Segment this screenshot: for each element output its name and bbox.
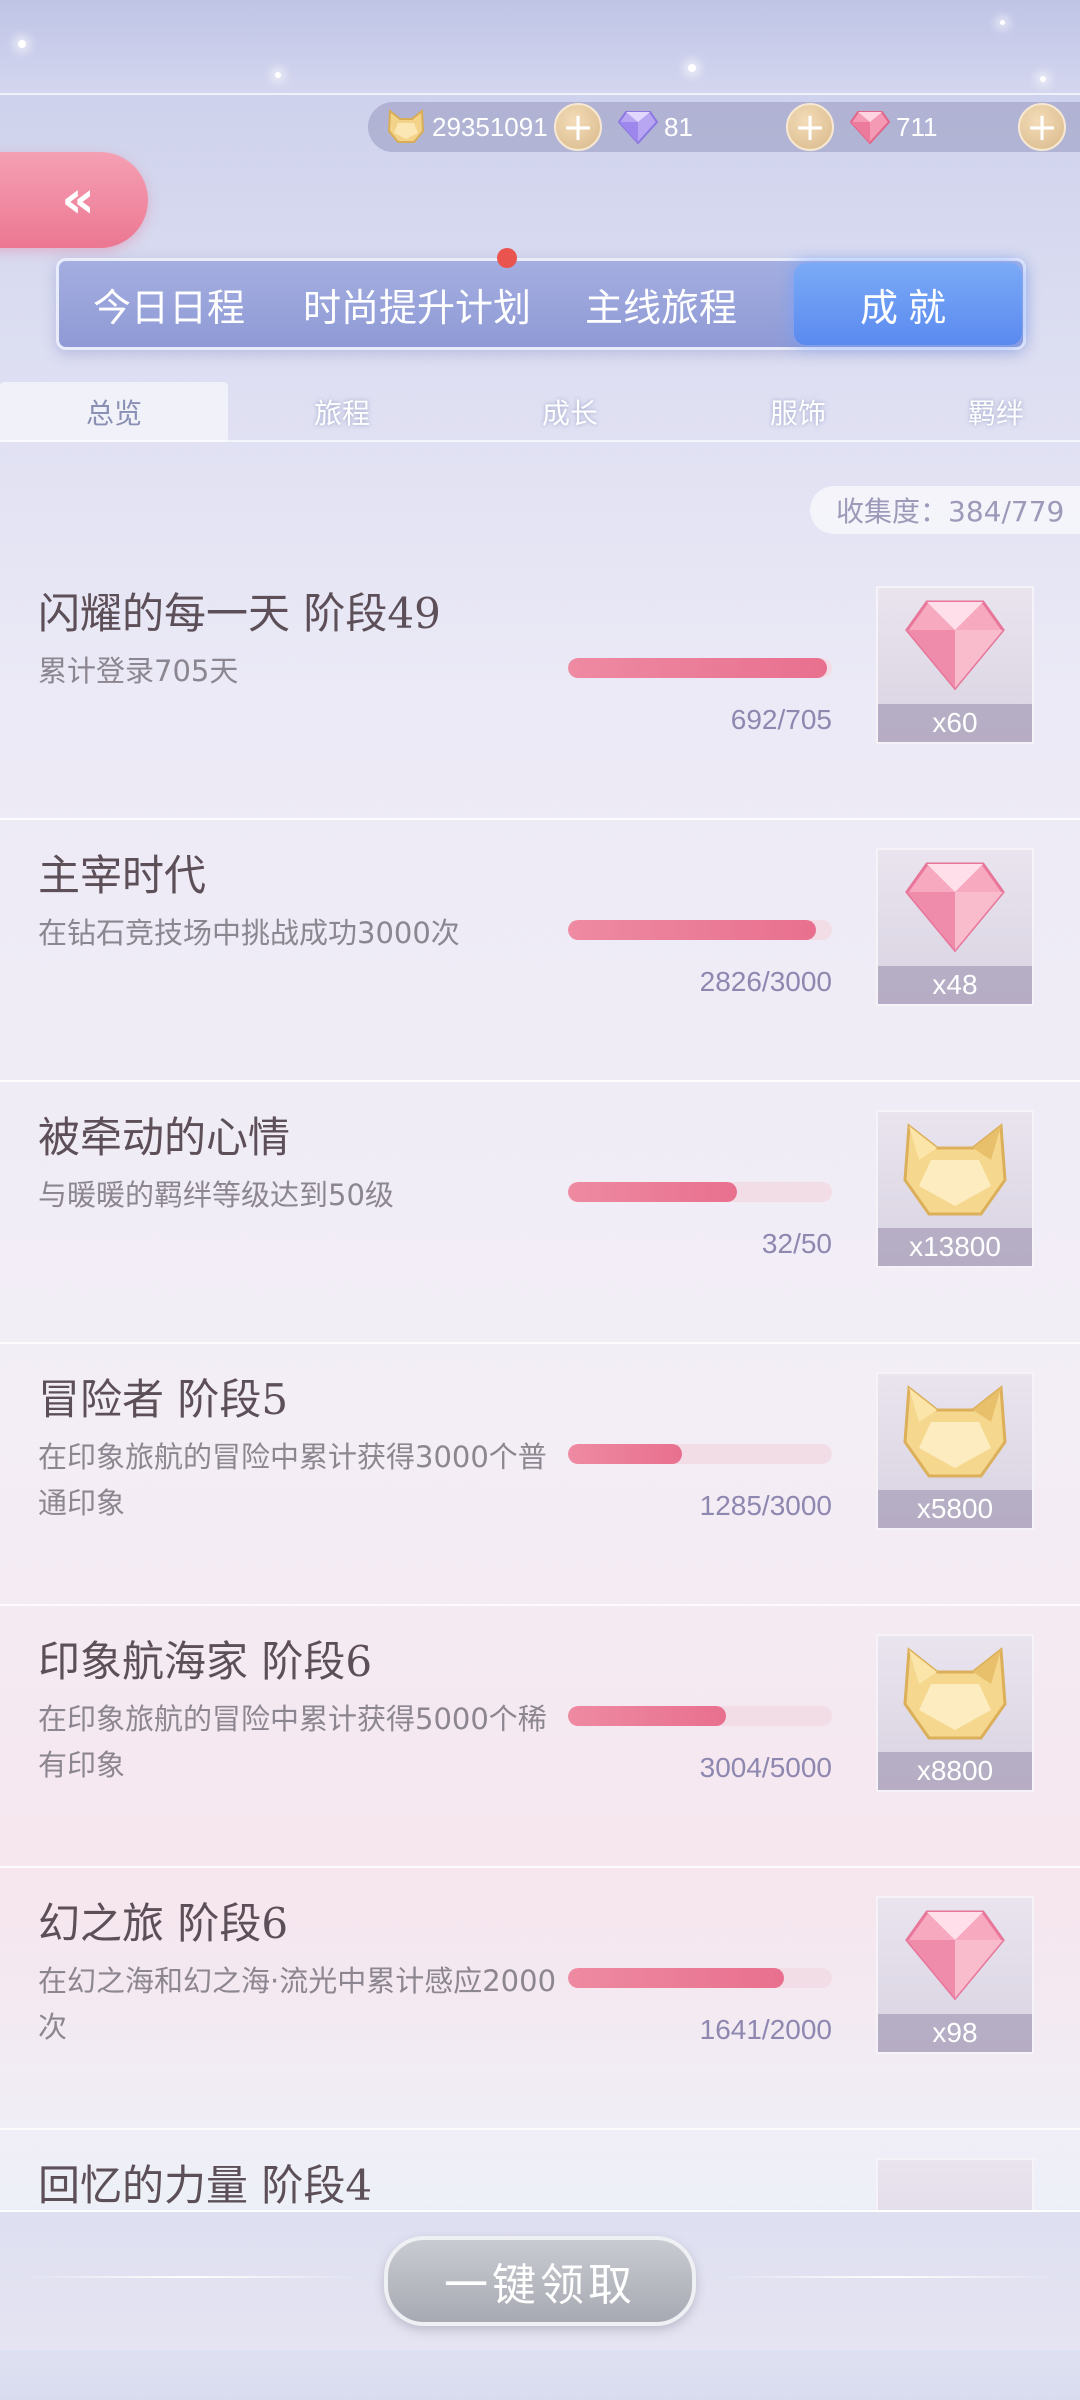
currency-bar: 29351091 + 81 + 711 + bbox=[368, 102, 1080, 152]
subtab-journey[interactable]: 旅程 bbox=[228, 382, 456, 442]
subtab-bonds[interactable]: 羁绊 bbox=[912, 382, 1080, 442]
progress-text: 32/50 bbox=[761, 1228, 832, 1259]
claim-all-button[interactable]: 一键领取 bbox=[384, 2236, 696, 2326]
achievement-title: 主宰时代 bbox=[38, 851, 207, 900]
reward-item[interactable]: x60 bbox=[876, 586, 1034, 744]
achievement-title: 回忆的力量 阶段4 bbox=[38, 2161, 373, 2210]
achievement-title: 印象航海家 阶段6 bbox=[38, 1637, 373, 1686]
achievement-description: 在印象旅航的冒险中累计获得3000个普通印象 bbox=[38, 1440, 547, 1520]
achievement-row: 主宰时代 在钻石竞技场中挑战成功3000次 2826/3000 x48 bbox=[0, 820, 1080, 1082]
add-gold-button[interactable]: + bbox=[554, 103, 602, 151]
sparkle-decoration bbox=[18, 40, 26, 48]
progress-bar bbox=[568, 1706, 832, 1726]
progress-bar bbox=[568, 920, 832, 940]
achievement-title: 冒险者 阶段5 bbox=[38, 1375, 289, 1424]
achievement-row: 幻之旅 阶段6 在幻之海和幻之海·流光中累计感应2000次 1641/2000 … bbox=[0, 1868, 1080, 2130]
sparkle-decoration bbox=[1040, 76, 1046, 82]
achievement-description: 与暖暖的羁绊等级达到50级 bbox=[38, 1178, 394, 1212]
gold-amount: 29351091 bbox=[432, 111, 548, 142]
achievement-row: 回忆的力量 阶段4 bbox=[0, 2130, 1080, 2210]
add-pink-diamond-button[interactable]: + bbox=[1018, 103, 1066, 151]
diamond-amount: 81 bbox=[664, 111, 693, 142]
tab-achievements[interactable]: 成就 bbox=[794, 263, 1022, 345]
progress-text: 692/705 bbox=[730, 704, 832, 735]
add-diamond-button[interactable]: + bbox=[786, 103, 834, 151]
achievement-row: 印象航海家 阶段6 在印象旅航的冒险中累计获得5000个稀有印象 3004/50… bbox=[0, 1606, 1080, 1868]
achievement-row: 冒险者 阶段5 在印象旅航的冒险中累计获得3000个普通印象 1285/3000… bbox=[0, 1344, 1080, 1606]
subtab-growth[interactable]: 成长 bbox=[456, 382, 684, 442]
notification-dot bbox=[497, 248, 517, 268]
progress-bar bbox=[568, 658, 832, 678]
pink-diamond-icon bbox=[878, 596, 1032, 706]
reward-count: x48 bbox=[878, 966, 1032, 1004]
tab-main-journey[interactable]: 主线旅程 bbox=[585, 261, 737, 347]
progress-bar-fill bbox=[568, 1968, 785, 1988]
progress-text: 2826/3000 bbox=[699, 966, 832, 997]
tab-daily-schedule[interactable]: 今日日程 bbox=[93, 261, 245, 347]
sparkle-decoration bbox=[1000, 20, 1005, 25]
reward-item[interactable]: x98 bbox=[876, 1896, 1034, 2054]
reward-item[interactable]: x8800 bbox=[876, 1634, 1034, 1792]
gold-cat-icon bbox=[387, 109, 425, 143]
top-band bbox=[0, 0, 1080, 95]
achievement-description: 在钻石竞技场中挑战成功3000次 bbox=[38, 916, 460, 950]
pink-diamond-icon bbox=[878, 1906, 1032, 2016]
achievement-title: 幻之旅 阶段6 bbox=[38, 1899, 289, 1948]
diamond-currency: 81 bbox=[618, 102, 693, 152]
reward-item[interactable] bbox=[876, 2158, 1034, 2210]
reward-count: x5800 bbox=[878, 1490, 1032, 1528]
decorative-line bbox=[20, 2276, 360, 2278]
progress-bar-fill bbox=[568, 1182, 737, 1202]
back-arrow-icon: « bbox=[61, 170, 94, 230]
progress-bar-fill bbox=[568, 1444, 682, 1464]
progress-bar bbox=[568, 1968, 832, 1988]
pink-diamond-amount: 711 bbox=[896, 111, 938, 142]
decorative-line bbox=[720, 2276, 1060, 2278]
reward-count: x98 bbox=[878, 2014, 1032, 2052]
back-button[interactable]: « bbox=[0, 152, 148, 248]
pink-diamond-icon bbox=[850, 111, 890, 144]
achievement-description: 在幻之海和幻之海·流光中累计感应2000次 bbox=[38, 1964, 557, 2044]
sparkle-decoration bbox=[275, 72, 281, 78]
reward-item[interactable]: x48 bbox=[876, 848, 1034, 1006]
achievement-row: 闪耀的每一天 阶段49 累计登录705天 692/705 x60 bbox=[0, 558, 1080, 820]
progress-bar bbox=[568, 1444, 832, 1464]
collection-progress: 收集度：384/779 bbox=[810, 486, 1080, 534]
reward-item[interactable]: x5800 bbox=[876, 1372, 1034, 1530]
achievement-description: 累计登录705天 bbox=[38, 654, 239, 688]
achievement-title: 闪耀的每一天 阶段49 bbox=[38, 589, 441, 638]
gold-cat-icon bbox=[878, 1120, 1032, 1230]
sub-tab-bar: 总览 旅程 成长 服饰 羁绊 bbox=[0, 382, 1080, 442]
progress-text: 3004/5000 bbox=[699, 1752, 832, 1783]
gold-cat-icon bbox=[878, 1382, 1032, 1492]
achievement-title: 被牵动的心情 bbox=[38, 1113, 291, 1162]
progress-bar-fill bbox=[568, 920, 817, 940]
progress-bar-fill bbox=[568, 658, 827, 678]
progress-bar bbox=[568, 1182, 832, 1202]
progress-text: 1285/3000 bbox=[699, 1490, 832, 1521]
achievement-row: 被牵动的心情 与暖暖的羁绊等级达到50级 32/50 x13800 bbox=[0, 1082, 1080, 1344]
main-tab-bar: 今日日程 时尚提升计划 主线旅程 成就 bbox=[56, 258, 1026, 350]
reward-count: x8800 bbox=[878, 1752, 1032, 1790]
reward-count: x13800 bbox=[878, 1228, 1032, 1266]
subtab-overview[interactable]: 总览 bbox=[0, 382, 228, 442]
sparkle-decoration bbox=[688, 64, 696, 72]
reward-count: x60 bbox=[878, 704, 1032, 742]
achievement-description: 在印象旅航的冒险中累计获得5000个稀有印象 bbox=[38, 1702, 547, 1782]
tab-fashion-plan[interactable]: 时尚提升计划 bbox=[303, 261, 531, 347]
reward-item[interactable]: x13800 bbox=[876, 1110, 1034, 1268]
progress-text: 1641/2000 bbox=[699, 2014, 832, 2045]
diamond-icon bbox=[618, 111, 658, 144]
pink-diamond-icon bbox=[878, 858, 1032, 968]
pink-diamond-currency: 711 bbox=[850, 102, 937, 152]
subtab-outfits[interactable]: 服饰 bbox=[684, 382, 912, 442]
gold-currency: 29351091 bbox=[386, 102, 548, 152]
progress-bar-fill bbox=[568, 1706, 727, 1726]
gold-cat-icon bbox=[878, 1644, 1032, 1754]
